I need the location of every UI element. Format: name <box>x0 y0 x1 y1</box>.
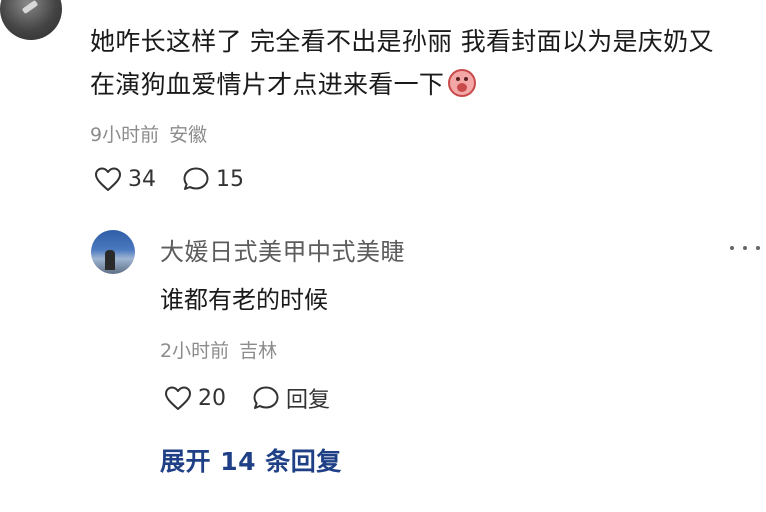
reply-time: 2小时前 <box>160 340 230 362</box>
reply-avatar[interactable] <box>91 230 135 274</box>
speech-bubble-icon <box>183 167 209 190</box>
like-button[interactable]: 34 <box>94 166 156 192</box>
avatar[interactable] <box>0 0 62 40</box>
reply-label: 回复 <box>286 388 331 413</box>
reply-username[interactable]: 大媛日式美甲中式美睫 <box>160 232 405 267</box>
heart-outline-icon <box>165 386 191 410</box>
reply-text: 谁都有老的时候 <box>160 286 328 314</box>
speech-bubble-icon <box>253 386 279 409</box>
reply-location: 吉林 <box>239 340 278 362</box>
comment-button[interactable]: 15 <box>182 166 244 192</box>
comment-text: 她咋长这样了 完全看不出是孙丽 我看封面以为是庆奶又在演狗血爱情片才点进来看一下 <box>90 20 730 106</box>
comment-time: 9小时前 <box>90 124 160 146</box>
reply-like-count: 20 <box>198 385 226 411</box>
comment-actions: 34 15 <box>94 166 270 192</box>
avatar-detail <box>105 250 115 270</box>
more-dots-icon[interactable] <box>730 236 760 260</box>
comment-thread: 她咋长这样了 完全看不出是孙丽 我看封面以为是庆奶又在演狗血爱情片才点进来看一下… <box>0 0 766 512</box>
like-count: 34 <box>128 166 156 192</box>
avatar-detail <box>21 0 39 15</box>
comment-meta: 9小时前 安徽 <box>90 120 207 147</box>
heart-outline-icon <box>95 167 121 191</box>
comment-body: 她咋长这样了 完全看不出是孙丽 我看封面以为是庆奶又在演狗血爱情片才点进来看一下 <box>90 27 714 99</box>
reply-meta: 2小时前 吉林 <box>160 336 277 363</box>
reply-actions: 20 回复 <box>164 382 356 414</box>
expand-replies-link[interactable]: 展开 14 条回复 <box>160 442 342 478</box>
reply-like-button[interactable]: 20 <box>164 385 226 411</box>
reply-button[interactable]: 回复 <box>252 382 330 414</box>
comment-location: 安徽 <box>169 124 208 146</box>
crying-face-emoji-icon <box>448 69 477 97</box>
comment-count: 15 <box>216 166 244 192</box>
